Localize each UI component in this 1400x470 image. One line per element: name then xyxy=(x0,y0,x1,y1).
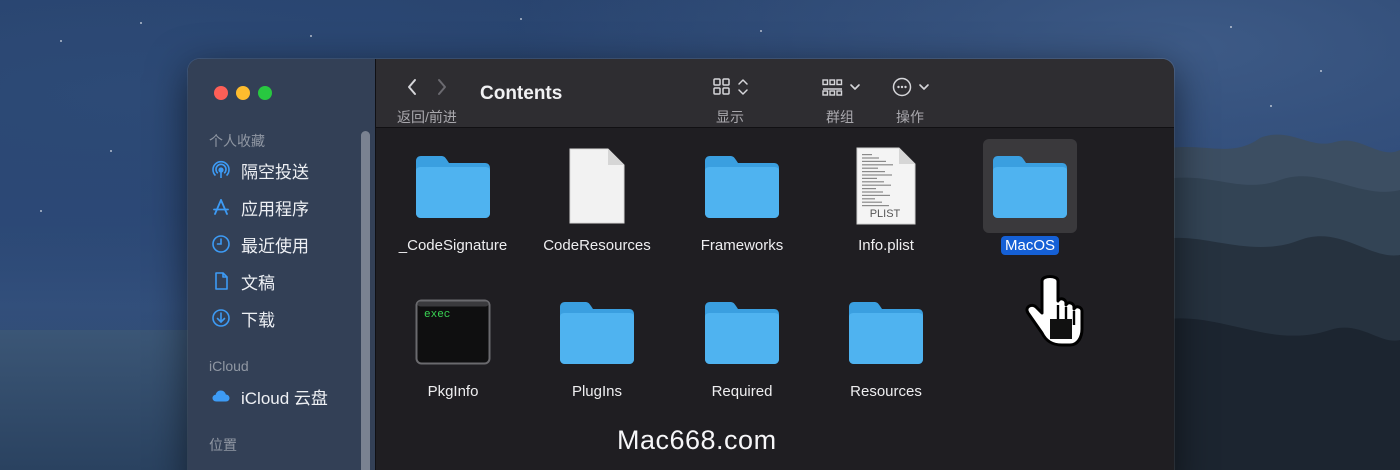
toolbar: 返回/前进 Contents 显示 群组 操作 xyxy=(376,59,1174,128)
sidebar: 个人收藏 隔空投送 应用程序 最近使用 文稿 下载 iCloud iCloud … xyxy=(188,59,376,470)
pointer-hand-cursor-icon xyxy=(1025,275,1084,347)
sea xyxy=(0,330,200,470)
sidebar-item-applications[interactable]: 应用程序 xyxy=(211,195,309,219)
sidebar-item-documents[interactable]: 文稿 xyxy=(211,269,275,293)
action-label: 操作 xyxy=(896,109,924,125)
download-icon xyxy=(211,308,231,328)
folder-icon xyxy=(670,140,814,232)
mountain-landscape xyxy=(1160,134,1400,470)
document-icon xyxy=(211,271,231,291)
svg-text:exec: exec xyxy=(424,309,450,321)
view-label: 显示 xyxy=(716,109,744,125)
sidebar-item-downloads[interactable]: 下载 xyxy=(211,306,275,330)
folder-icon xyxy=(381,140,525,232)
file-name: Resources xyxy=(850,383,922,400)
selection-highlight xyxy=(983,139,1077,233)
folder-item-macos[interactable]: MacOS xyxy=(958,139,1102,255)
svg-text:PLIST: PLIST xyxy=(870,208,901,220)
view-button[interactable] xyxy=(712,76,752,98)
group-icon xyxy=(822,79,860,96)
nav-label: 返回/前进 xyxy=(397,109,457,125)
file-name: CodeResources xyxy=(543,237,651,254)
file-item-coderesources[interactable]: CodeResources xyxy=(525,140,669,255)
sidebar-section-icloud: iCloud xyxy=(209,358,249,374)
sidebar-item-label: 最近使用 xyxy=(241,236,309,256)
folder-icon xyxy=(670,286,814,378)
file-item-info-plist[interactable]: PLIST Info.plist xyxy=(814,140,958,255)
file-name: Required xyxy=(711,383,773,400)
airdrop-icon xyxy=(211,160,231,180)
sidebar-item-label: iCloud 云盘 xyxy=(241,388,328,408)
file-name: Frameworks xyxy=(700,237,784,254)
file-name: Info.plist xyxy=(858,237,914,254)
chevron-left-icon xyxy=(408,79,416,95)
group-button[interactable] xyxy=(821,76,865,98)
ellipsis-circle-icon xyxy=(892,77,929,97)
sidebar-item-label: 文稿 xyxy=(241,273,275,293)
file-name: PlugIns xyxy=(571,383,623,400)
forward-button[interactable] xyxy=(432,77,452,97)
group-label: 群组 xyxy=(826,109,854,125)
chevron-right-icon xyxy=(438,79,446,95)
sidebar-item-icloud-drive[interactable]: iCloud 云盘 xyxy=(211,384,328,408)
folder-icon xyxy=(525,286,669,378)
sidebar-scrollbar[interactable] xyxy=(361,131,370,470)
sidebar-section-favorites: 个人收藏 xyxy=(209,133,265,149)
folder-icon xyxy=(814,286,958,378)
finder-window: 个人收藏 隔空投送 应用程序 最近使用 文稿 下载 iCloud iCloud … xyxy=(188,59,1174,470)
action-button[interactable] xyxy=(891,76,935,98)
folder-item-resources[interactable]: Resources xyxy=(814,286,958,401)
sidebar-section-locations: 位置 xyxy=(209,437,237,453)
folder-icon xyxy=(958,139,1102,233)
sidebar-item-airdrop[interactable]: 隔空投送 xyxy=(211,158,309,182)
icloud-icon xyxy=(211,386,231,406)
sidebar-item-recents[interactable]: 最近使用 xyxy=(211,232,309,256)
folder-item-frameworks[interactable]: Frameworks xyxy=(670,140,814,255)
sidebar-item-label: 隔空投送 xyxy=(241,162,309,182)
window-title: Contents xyxy=(480,83,563,104)
back-button[interactable] xyxy=(402,77,422,97)
folder-item-codesignature[interactable]: _CodeSignature xyxy=(381,140,525,255)
close-button[interactable] xyxy=(214,86,228,100)
icon-grid-icon xyxy=(713,78,748,95)
file-name: PkgInfo xyxy=(427,383,479,400)
sidebar-item-label: 下载 xyxy=(241,310,275,330)
file-name: MacOS xyxy=(1000,236,1059,255)
minimize-button[interactable] xyxy=(236,86,250,100)
terminal-executable-icon: exec xyxy=(381,286,525,378)
document-file-icon xyxy=(525,140,669,232)
zoom-button[interactable] xyxy=(258,86,272,100)
file-item-pkginfo[interactable]: exec PkgInfo xyxy=(381,286,525,401)
folder-item-required[interactable]: Required xyxy=(670,286,814,401)
plist-file-icon: PLIST xyxy=(814,140,958,232)
file-name: _CodeSignature xyxy=(398,237,508,254)
watermark-text: Mac668.com xyxy=(617,425,777,455)
window-controls xyxy=(214,86,272,100)
clock-icon xyxy=(211,234,231,254)
folder-item-plugins[interactable]: PlugIns xyxy=(525,286,669,401)
applications-icon xyxy=(211,197,231,217)
sidebar-item-label: 应用程序 xyxy=(241,199,309,219)
